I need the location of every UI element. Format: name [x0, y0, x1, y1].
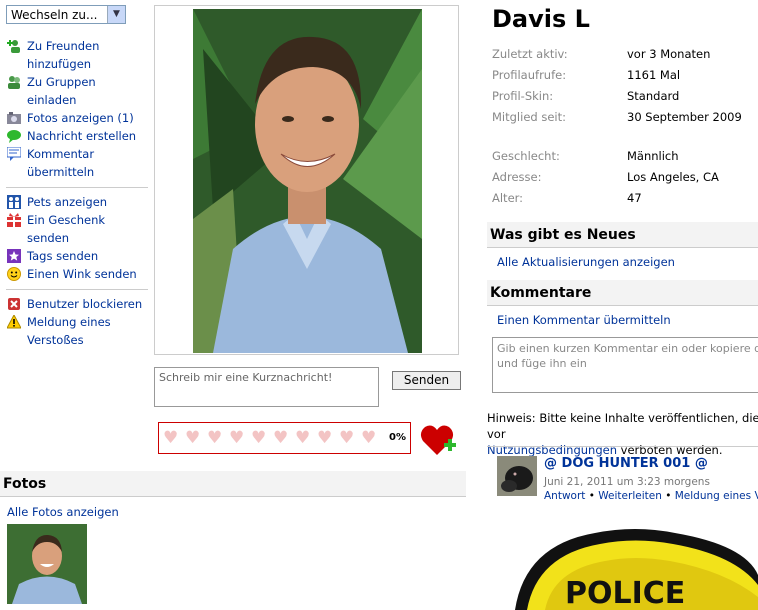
smiley-icon	[7, 267, 21, 281]
heart-icon[interactable]: ♥	[273, 428, 288, 448]
menu-create-message[interactable]: Nachricht erstellen	[6, 127, 148, 145]
heart-icon[interactable]: ♥	[339, 428, 354, 448]
menu-send-gift-label: Ein Geschenk senden	[27, 213, 106, 245]
reply-link[interactable]: Antwort	[544, 490, 585, 502]
heart-icon[interactable]: ♥	[207, 428, 222, 448]
comment-input[interactable]: Gib einen kurzen Kommentar ein oder kopi…	[492, 337, 758, 393]
menu-view-photos-label: Fotos anzeigen (1)	[27, 111, 134, 125]
comment-actions: Antwort • Weiterleiten • Meldung eines V…	[544, 490, 758, 502]
info-value: 30 September 2009	[627, 110, 742, 124]
heart-icon[interactable]: ♥	[229, 428, 244, 448]
view-all-photos-link[interactable]: Alle Fotos anzeigen	[7, 505, 119, 519]
menu-report-violation[interactable]: Meldung eines Verstoßes	[6, 313, 148, 349]
police-badge-image: POLICE	[515, 529, 758, 610]
info-label: Adresse:	[492, 170, 542, 184]
divider	[487, 446, 758, 447]
menu-divider	[6, 187, 148, 188]
photo-thumbnail[interactable]	[7, 524, 87, 604]
photo-icon	[7, 112, 21, 124]
menu-block-user[interactable]: Benutzer blockieren	[6, 295, 148, 313]
menu-submit-comment[interactable]: Kommentar übermitteln	[6, 145, 148, 181]
info-label: Alter:	[492, 191, 524, 205]
all-updates-link[interactable]: Alle Aktualisierungen anzeigen	[497, 255, 675, 269]
submit-comment-link[interactable]: Einen Kommentar übermitteln	[497, 313, 671, 327]
menu-send-tags-label: Tags senden	[27, 249, 99, 263]
bullet-separator: •	[665, 490, 675, 502]
menu-report-violation-label: Meldung eines Verstoßes	[27, 315, 111, 347]
menu-view-photos[interactable]: Fotos anzeigen (1)	[6, 109, 148, 127]
comment-hint: Hinweis: Bitte keine Inhalte veröffentli…	[487, 410, 758, 458]
menu-submit-comment-label: Kommentar übermitteln	[27, 147, 95, 179]
heart-rating[interactable]: ♥ ♥ ♥ ♥ ♥ ♥ ♥ ♥ ♥ ♥ 0%	[158, 422, 411, 454]
forward-link[interactable]: Weiterleiten	[598, 490, 662, 502]
info-value: vor 3 Monaten	[627, 47, 711, 61]
heart-icon[interactable]: ♥	[317, 428, 332, 448]
star-icon	[7, 249, 21, 263]
menu-send-wink[interactable]: Einen Wink senden	[6, 265, 148, 283]
message-icon	[7, 130, 21, 143]
heart-icon[interactable]: ♥	[361, 428, 376, 448]
add-heart-icon[interactable]	[420, 423, 458, 457]
news-section-title: Was gibt es Neues	[487, 222, 758, 248]
menu-send-wink-label: Einen Wink senden	[27, 267, 137, 281]
heart-icon[interactable]: ♥	[295, 428, 310, 448]
info-label: Geschlecht:	[492, 149, 560, 163]
profile-photo[interactable]	[193, 9, 422, 353]
info-label: Profil-Skin:	[492, 89, 554, 103]
heart-icon[interactable]: ♥	[163, 428, 178, 448]
comment-date: Juni 21, 2011 um 3:23 morgens	[544, 476, 710, 488]
profile-actions-menu: Zu Freunden hinzufügen Zu Gruppen einlad…	[6, 37, 148, 349]
info-value: Standard	[627, 89, 680, 103]
jump-to-select-label: Wechseln zu...	[11, 8, 98, 22]
info-label: Mitglied seit:	[492, 110, 566, 124]
heart-icon[interactable]: ♥	[185, 428, 200, 448]
rating-percent: 0%	[389, 432, 406, 443]
info-value: 1161 Mal	[627, 68, 681, 82]
commenter-name[interactable]: @ DOG HUNTER 001 @	[544, 456, 708, 471]
photos-section-title: Fotos	[0, 471, 466, 497]
comment-icon	[7, 147, 21, 161]
menu-send-gift[interactable]: Ein Geschenk senden	[6, 211, 148, 247]
jump-to-select[interactable]: Wechseln zu... ▼	[6, 5, 126, 24]
hint-text: Hinweis: Bitte keine Inhalte veröffentli…	[487, 411, 758, 441]
add-friend-icon	[7, 40, 20, 53]
menu-add-friend-label: Zu Freunden hinzufügen	[27, 39, 100, 71]
heart-icon[interactable]: ♥	[251, 428, 266, 448]
profile-photo-frame	[154, 5, 459, 355]
pets-icon	[7, 195, 21, 209]
menu-add-friend[interactable]: Zu Freunden hinzufügen	[6, 37, 148, 73]
menu-block-user-label: Benutzer blockieren	[27, 297, 143, 311]
menu-divider	[6, 289, 148, 290]
info-value: Los Angeles, CA	[627, 170, 719, 184]
short-message-input[interactable]: Schreib mir eine Kurznachricht!	[154, 367, 379, 407]
bullet-separator: •	[588, 490, 599, 502]
police-badge-text: POLICE	[565, 576, 685, 610]
menu-create-message-label: Nachricht erstellen	[27, 129, 137, 143]
info-label: Zuletzt aktiv:	[492, 47, 568, 61]
menu-send-tags[interactable]: Tags senden	[6, 247, 148, 265]
group-invite-icon	[8, 76, 20, 89]
info-value: 47	[627, 191, 642, 205]
profile-name: Davis L	[492, 5, 590, 33]
send-button[interactable]: Senden	[392, 371, 461, 390]
commenter-avatar[interactable]	[497, 456, 537, 496]
info-value: Männlich	[627, 149, 679, 163]
info-label: Profilaufrufe:	[492, 68, 567, 82]
gift-icon	[7, 213, 21, 227]
block-icon	[8, 298, 20, 310]
menu-view-pets[interactable]: Pets anzeigen	[6, 193, 148, 211]
menu-invite-groups[interactable]: Zu Gruppen einladen	[6, 73, 148, 109]
chevron-down-icon[interactable]: ▼	[107, 6, 125, 23]
warning-icon	[7, 315, 21, 329]
comments-section-title: Kommentare	[487, 280, 758, 306]
menu-invite-groups-label: Zu Gruppen einladen	[27, 75, 96, 107]
report-link[interactable]: Meldung eines Ver	[675, 490, 758, 502]
menu-view-pets-label: Pets anzeigen	[27, 195, 108, 209]
